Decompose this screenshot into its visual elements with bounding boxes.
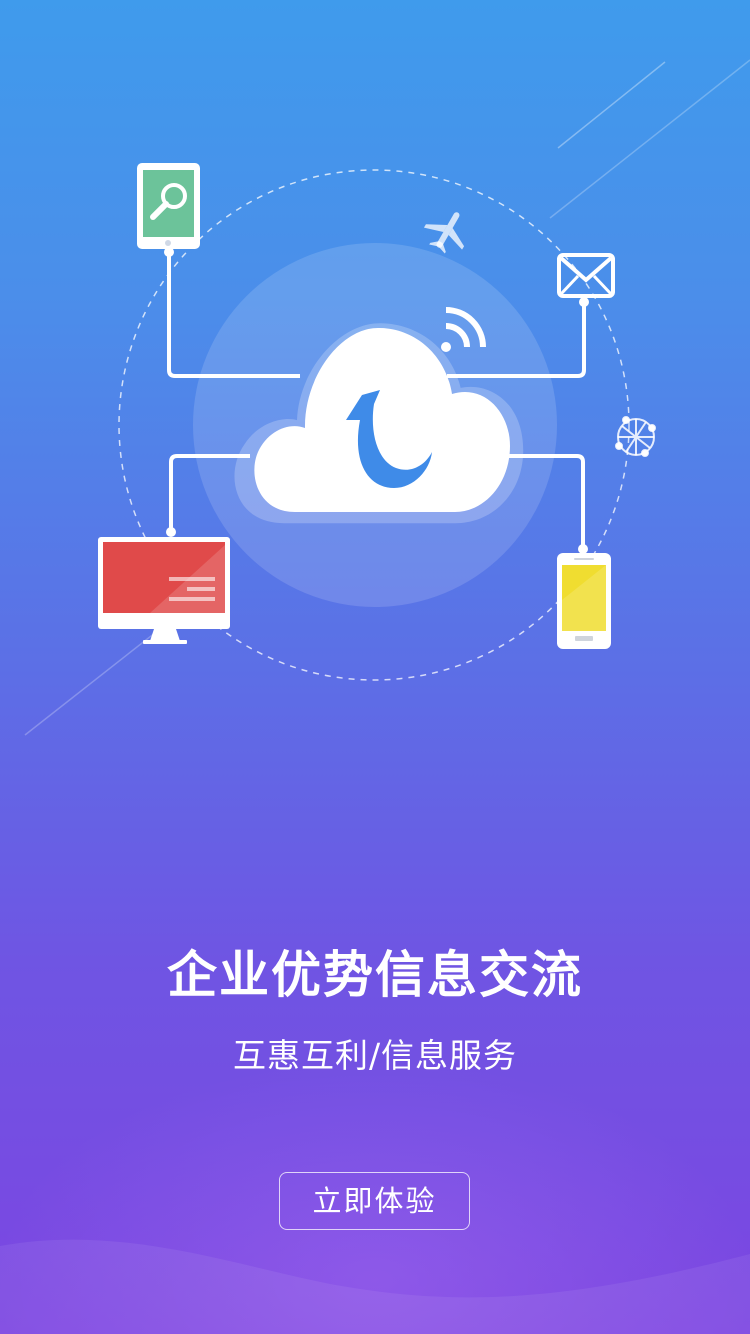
smartphone-icon: [557, 553, 611, 649]
mail-icon: [557, 253, 615, 298]
page-subtitle: 互惠互利/信息服务: [232, 1036, 518, 1075]
cloud-network-illustration: [98, 163, 656, 681]
globe-icon: [615, 416, 656, 457]
desktop-monitor-icon: [98, 537, 230, 644]
page-title: 企业优势信息交流: [167, 946, 583, 1004]
bottom-wave: [0, 1239, 750, 1334]
tablet-search-icon: [137, 163, 200, 249]
splash-screen: 企业优势信息交流 互惠互利/信息服务 立即体验: [0, 0, 750, 1334]
